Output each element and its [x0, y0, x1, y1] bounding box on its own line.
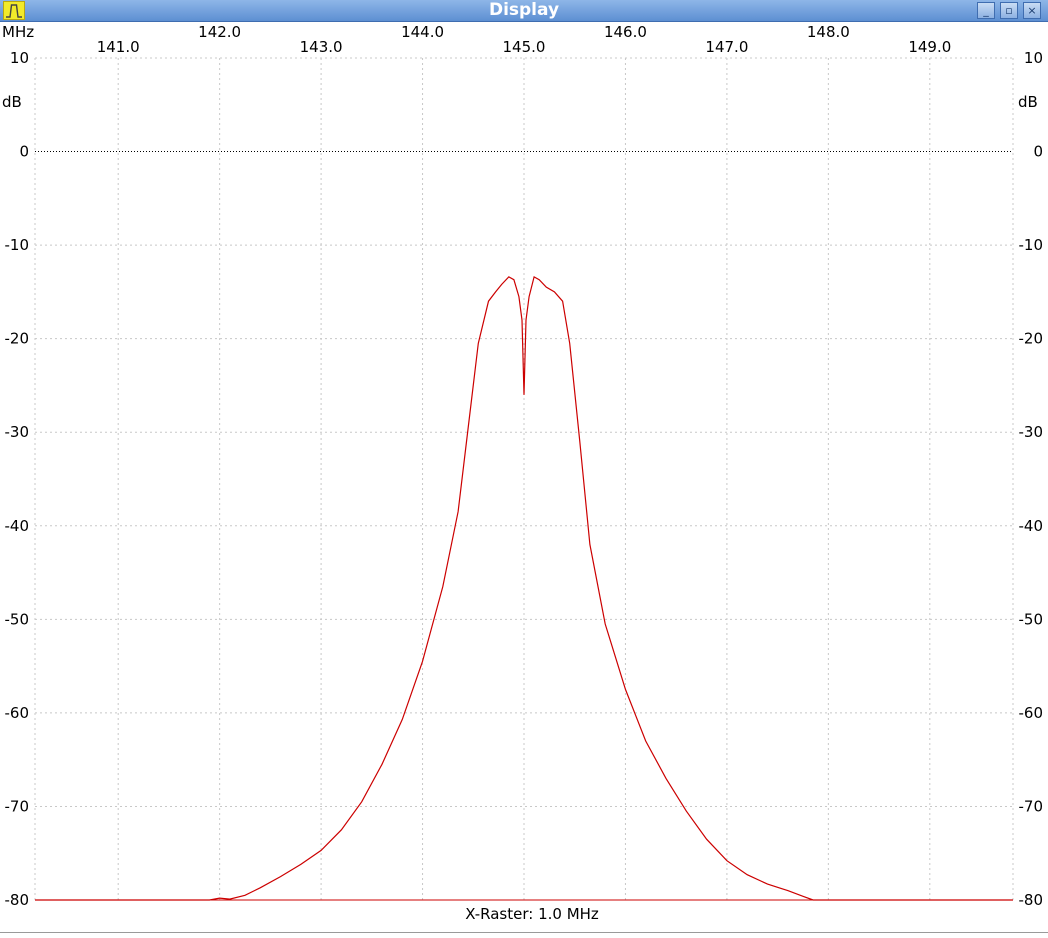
y-tick-label-left: -60	[5, 704, 30, 722]
y-tick-label-right: -20	[1019, 330, 1044, 348]
close-button[interactable]: ×	[1023, 2, 1041, 19]
y-tick-label-right: -80	[1019, 891, 1044, 909]
x-tick-label: 146.0	[604, 23, 647, 41]
x-raster-label: X-Raster: 1.0 MHz	[465, 905, 599, 923]
y-tick-label-right: -30	[1019, 423, 1044, 441]
y-tick-label-left: -10	[5, 236, 30, 254]
y-tick-label-right: -60	[1019, 704, 1044, 722]
y-tick-label-left: -50	[5, 610, 30, 628]
y-tick-label-left: -40	[5, 517, 30, 535]
status-bar-divider	[0, 932, 1048, 933]
y-tick-label-left: -30	[5, 423, 30, 441]
x-tick-label: 141.0	[97, 38, 140, 56]
x-tick-label: 147.0	[705, 38, 748, 56]
y-tick-label-left: 0	[19, 143, 29, 161]
grid	[34, 57, 1014, 901]
y-tick-label-right: 10	[1024, 49, 1043, 67]
window-title: Display	[488, 0, 560, 20]
x-tick-labels: 141.0 142.0 143.0 144.0 145.0 146.0 147.0 148.0…	[97, 23, 952, 56]
y-tick-label-left: 10	[10, 49, 29, 67]
x-unit-label: MHz	[2, 23, 34, 41]
x-tick-label: 143.0	[300, 38, 343, 56]
spectrum-chart: 141.0 142.0 143.0 144.0 145.0 146.0 147.0 148.0…	[2, 23, 1044, 923]
y-tick-label-left: -70	[5, 797, 30, 815]
maximize-button[interactable]: ▫	[1000, 2, 1018, 19]
y-unit-label-right: dB	[1018, 93, 1038, 111]
y-unit-label-left: dB	[2, 93, 22, 111]
title-bar[interactable]: Display _ ▫ ×	[0, 0, 1048, 22]
y-tick-label-right: -50	[1019, 610, 1044, 628]
minimize-button[interactable]: _	[977, 2, 995, 19]
x-tick-label: 142.0	[198, 23, 241, 41]
y-tick-label-right: -70	[1019, 797, 1044, 815]
y-tick-label-right: -40	[1019, 517, 1044, 535]
y-tick-label-left: -80	[5, 891, 30, 909]
y-tick-label-right: -10	[1019, 236, 1044, 254]
y-tick-label-right: 0	[1033, 143, 1043, 161]
y-tick-label-left: -20	[5, 330, 30, 348]
x-tick-label: 149.0	[908, 38, 951, 56]
x-tick-label: 144.0	[401, 23, 444, 41]
display-window: Display _ ▫ × 141.0 142.0 143.0 144.0 145.0 1…	[0, 0, 1048, 938]
x-tick-label: 145.0	[503, 38, 546, 56]
x-tick-label: 148.0	[807, 23, 850, 41]
